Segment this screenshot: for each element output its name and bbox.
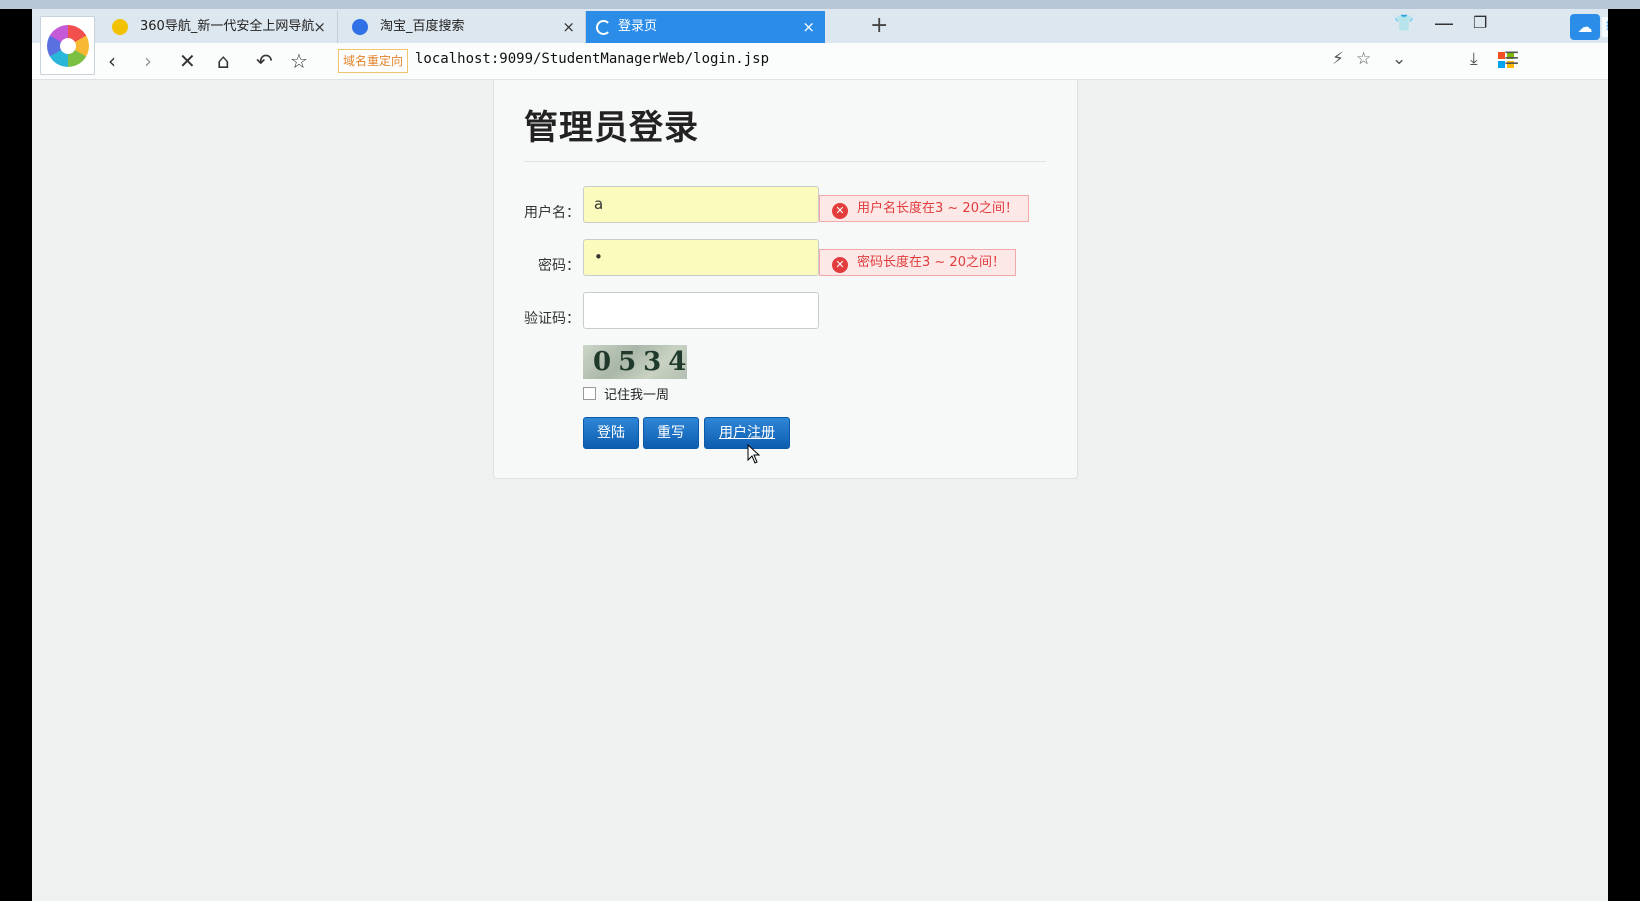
page-content: 管理员登录 用户名： a ✕ 用户名长度在3 ~ 20之间！ 密码： • ✕ 密… — [32, 80, 1608, 901]
home-icon[interactable]: ⌂ — [217, 48, 230, 74]
skin-icon[interactable]: 👕 — [1394, 13, 1414, 32]
loading-icon — [596, 20, 611, 35]
tab-360-nav[interactable]: 360导航_新一代安全上网导航 × — [98, 11, 336, 43]
register-label: 用户注册 — [719, 425, 775, 441]
remember-label: 记住我一周 — [604, 388, 670, 403]
minimize-icon[interactable]: — — [1434, 11, 1454, 35]
captcha-input[interactable] — [583, 292, 819, 329]
password-input[interactable]: • — [583, 239, 819, 276]
close-icon[interactable]: × — [802, 11, 815, 43]
login-button[interactable]: 登陆 — [583, 417, 639, 449]
download-icon[interactable]: ⤓ — [1470, 49, 1478, 69]
login-card: 管理员登录 用户名： a ✕ 用户名长度在3 ~ 20之间！ 密码： • ✕ 密… — [493, 80, 1078, 479]
shield-icon — [112, 19, 128, 35]
close-icon[interactable]: × — [313, 11, 326, 43]
os-top-strip — [0, 0, 1640, 9]
tab-label: 淘宝_百度搜索 — [380, 19, 465, 34]
logo-swirl-icon — [47, 25, 89, 67]
restore-icon[interactable]: ❐ — [1473, 13, 1487, 32]
tab-bar: 360导航_新一代安全上网导航 × 淘宝_百度搜索 × 登录页 × + 👕 — … — [32, 9, 1608, 43]
new-tab-button[interactable]: + — [870, 11, 888, 41]
mouse-cursor-icon — [747, 444, 761, 464]
chevron-down-icon[interactable]: ⌄ — [1392, 49, 1406, 69]
close-icon[interactable]: × — [562, 11, 575, 43]
password-error-text: 密码长度在3 ~ 20之间！ — [857, 255, 1005, 270]
username-input[interactable]: a — [583, 186, 819, 223]
lightning-icon[interactable]: ⚡ — [1332, 49, 1344, 69]
baidu-paw-icon — [352, 19, 368, 35]
tab-login-page[interactable]: 登录页 × — [585, 11, 825, 43]
password-error: ✕ 密码长度在3 ~ 20之间！ — [819, 249, 1016, 276]
username-label: 用户名： — [524, 205, 580, 221]
drag-tab[interactable]: 拖拽 — [1602, 17, 1608, 37]
tab-taobao-search[interactable]: 淘宝_百度搜索 × — [337, 11, 585, 43]
back-icon[interactable]: ‹ — [108, 48, 116, 74]
tab-label: 360导航_新一代安全上网导航 — [140, 19, 315, 34]
remember-checkbox[interactable] — [583, 387, 596, 400]
error-icon: ✕ — [832, 203, 848, 219]
username-error-text: 用户名长度在3 ~ 20之间！ — [857, 201, 1018, 216]
divider — [524, 161, 1046, 162]
nav-bar: ‹ › ✕ ⌂ ↶ ☆ 域名重定向 localhost:9099/Student… — [32, 43, 1608, 80]
cloud-icon[interactable]: ☁ — [1570, 14, 1600, 40]
page-title: 管理员登录 — [524, 108, 699, 148]
browser-window: 360导航_新一代安全上网导航 × 淘宝_百度搜索 × 登录页 × + 👕 — … — [32, 9, 1608, 901]
error-icon: ✕ — [832, 257, 848, 273]
address-bar[interactable]: localhost:9099/StudentManagerWeb/login.j… — [415, 51, 769, 67]
captcha-image[interactable]: 0534 — [583, 345, 687, 379]
browser-logo[interactable] — [40, 16, 95, 75]
reset-button[interactable]: 重写 — [643, 417, 699, 449]
menu-icon[interactable]: ☰ — [1504, 49, 1519, 69]
bookmark-star-icon[interactable]: ☆ — [1356, 49, 1371, 69]
redirect-badge[interactable]: 域名重定向 — [338, 49, 409, 73]
username-error: ✕ 用户名长度在3 ~ 20之间！ — [819, 195, 1029, 222]
undo-icon[interactable]: ↶ — [256, 48, 273, 74]
tab-label: 登录页 — [618, 19, 658, 34]
password-label: 密码： — [538, 258, 580, 274]
remember-me[interactable]: 记住我一周 — [583, 384, 669, 403]
forward-icon[interactable]: › — [144, 48, 152, 74]
star-icon[interactable]: ☆ — [290, 48, 308, 74]
captcha-label: 验证码： — [524, 311, 580, 327]
stop-icon[interactable]: ✕ — [179, 48, 196, 74]
